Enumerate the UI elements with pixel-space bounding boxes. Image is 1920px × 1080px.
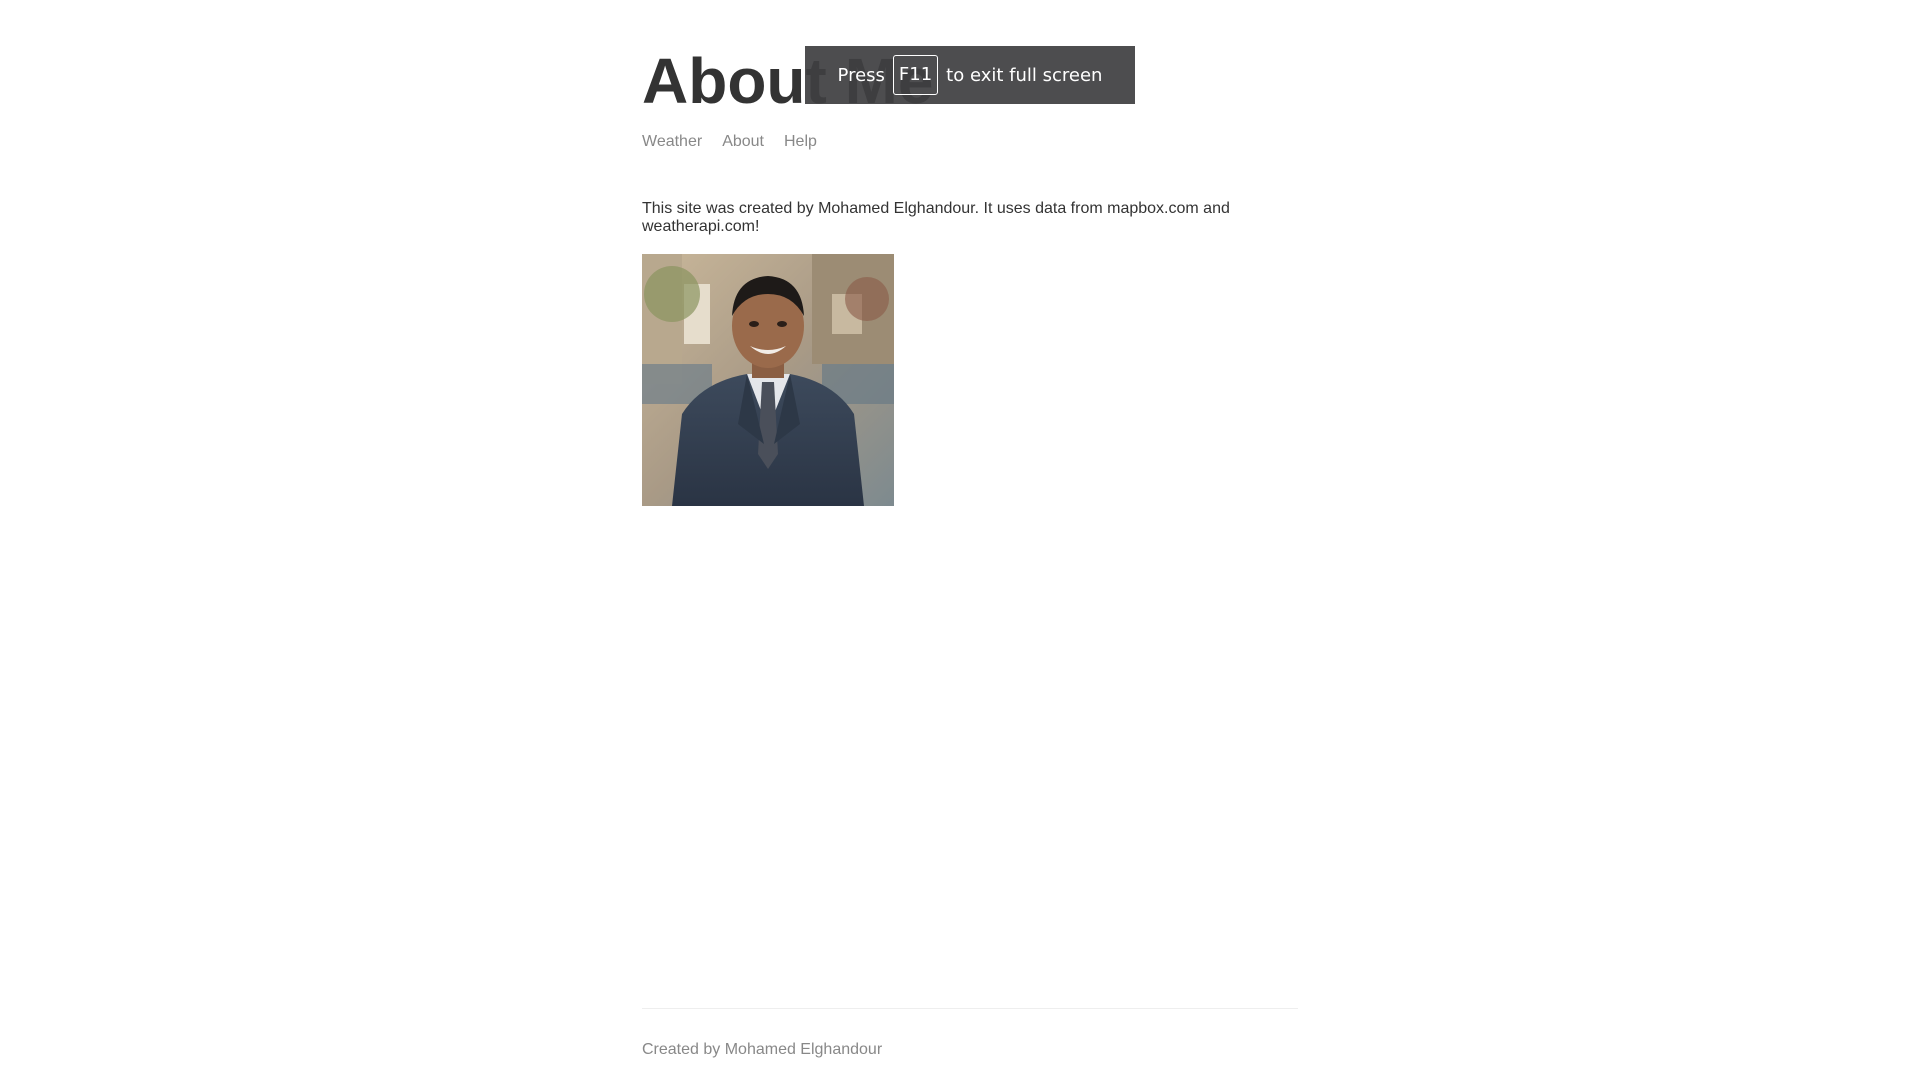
- nav-link-weather[interactable]: Weather: [642, 132, 702, 152]
- about-description: This site was created by Mohamed Elghand…: [642, 200, 1230, 235]
- fullscreen-notice-suffix: to exit full screen: [946, 64, 1103, 86]
- fullscreen-exit-notice: Press F11 to exit full screen: [805, 46, 1135, 104]
- footer-divider: [642, 1008, 1298, 1009]
- footer-credit: Created by Mohamed Elghandour: [642, 1041, 883, 1058]
- fullscreen-notice-prefix: Press: [837, 64, 885, 86]
- nav-link-help[interactable]: Help: [784, 132, 817, 152]
- nav-link-about[interactable]: About: [722, 132, 764, 152]
- top-nav: Weather About Help: [642, 132, 817, 152]
- f11-key-badge: F11: [892, 55, 939, 95]
- profile-photo: [642, 254, 894, 506]
